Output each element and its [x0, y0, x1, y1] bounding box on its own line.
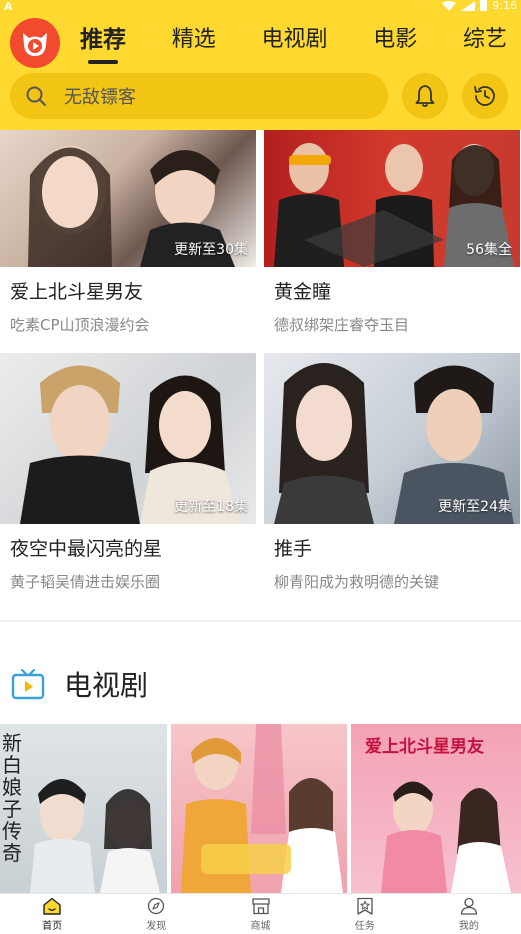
nav-profile[interactable]: 我的: [417, 894, 521, 934]
wifi-icon: [442, 0, 457, 11]
compass-icon: [148, 897, 165, 914]
poster-calligraphy: 新白娘子传奇: [2, 731, 22, 865]
episode-badge: 更新至18集: [174, 499, 248, 515]
search-icon: [26, 86, 46, 106]
video-thumbnail[interactable]: 更新至30集: [0, 130, 256, 267]
video-card[interactable]: 更新至18集 夜空中最闪亮的星 黄子韬吴倩进击娱乐圈: [0, 353, 256, 592]
video-subtitle: 吃素CP山顶浪漫约会: [10, 316, 150, 334]
video-title[interactable]: 黄金瞳: [274, 277, 520, 304]
logo-cat-icon: [23, 33, 47, 56]
home-icon: [43, 897, 61, 915]
bottom-navigation: 首页 发现 商城 任务 我的: [0, 893, 521, 934]
shop-icon: [251, 897, 270, 914]
poster-title-art: 爱上北斗星男友: [365, 737, 484, 757]
history-button[interactable]: [462, 73, 508, 119]
status-bar: A 9:16: [0, 0, 521, 14]
battery-icon: [480, 0, 488, 11]
tab-tv-series[interactable]: 电视剧: [261, 24, 327, 64]
notification-button[interactable]: [402, 73, 448, 119]
section-divider: [0, 620, 521, 622]
video-card[interactable]: 56集全 黄金瞳 德叔绑架庄睿夺玉目: [264, 130, 520, 335]
video-subtitle: 黄子韬吴倩进击娱乐圈: [10, 573, 161, 591]
status-right: 9:16: [442, 0, 517, 12]
tv-icon: [11, 668, 45, 700]
nav-label: 发现: [146, 920, 167, 932]
video-subtitle: 德叔绑架庄睿夺玉目: [274, 316, 410, 334]
video-card[interactable]: 更新至30集 爱上北斗星男友 吃素CP山顶浪漫约会: [0, 130, 256, 335]
tab-variety[interactable]: 综艺: [463, 24, 507, 64]
tv-poster-row: 新白娘子传奇 爱上北斗星男友: [0, 724, 521, 893]
nav-label: 商城: [250, 920, 271, 932]
app-logo[interactable]: [10, 18, 60, 68]
tab-recommend[interactable]: 推荐: [80, 24, 126, 64]
nav-label: 任务: [354, 920, 375, 932]
poster-image: [181, 724, 343, 893]
video-thumbnail[interactable]: 更新至18集: [0, 353, 256, 524]
episode-badge: 更新至30集: [174, 242, 248, 258]
top-header: A 9:16 推荐 精选 电视剧 电影 综艺 无敌镖客: [0, 0, 521, 130]
search-placeholder: 无敌镖客: [64, 87, 136, 108]
nav-discover[interactable]: 发现: [104, 894, 208, 934]
video-title[interactable]: 爱上北斗星男友: [10, 277, 256, 304]
video-thumbnail[interactable]: 56集全: [264, 130, 520, 267]
person-icon: [460, 897, 478, 915]
bell-icon: [415, 85, 435, 107]
poster-card[interactable]: [171, 724, 347, 893]
search-bar[interactable]: 无敌镖客: [10, 73, 388, 119]
task-icon: [357, 897, 373, 915]
history-clock-icon: [474, 86, 495, 106]
video-subtitle: 柳青阳成为救明德的关键: [274, 573, 440, 591]
nav-label: 首页: [42, 920, 63, 932]
video-title[interactable]: 推手: [274, 534, 520, 561]
section-header[interactable]: 电视剧: [10, 662, 148, 706]
nav-label: 我的: [458, 920, 479, 932]
signal-icon: [461, 0, 476, 11]
tab-featured[interactable]: 精选: [172, 24, 216, 64]
poster-card[interactable]: 爱上北斗星男友: [351, 724, 521, 893]
poster-card[interactable]: 新白娘子传奇: [0, 724, 167, 893]
episode-badge: 56集全: [466, 242, 512, 258]
status-left-indicator: A: [4, 0, 13, 13]
tab-movies[interactable]: 电影: [373, 24, 417, 64]
nav-tasks[interactable]: 任务: [313, 894, 417, 934]
episode-badge: 更新至24集: [438, 499, 512, 515]
nav-shop[interactable]: 商城: [208, 894, 312, 934]
category-tabs: 推荐 精选 电视剧 电影 综艺: [80, 24, 507, 64]
section-title: 电视剧: [64, 669, 149, 702]
video-card[interactable]: 更新至24集 推手 柳青阳成为救明德的关键: [264, 353, 520, 592]
video-title[interactable]: 夜空中最闪亮的星: [10, 534, 256, 561]
poster-image: [30, 779, 160, 893]
nav-home[interactable]: 首页: [0, 894, 104, 934]
video-thumbnail[interactable]: 更新至24集: [264, 353, 520, 524]
status-time: 9:16: [492, 0, 517, 12]
